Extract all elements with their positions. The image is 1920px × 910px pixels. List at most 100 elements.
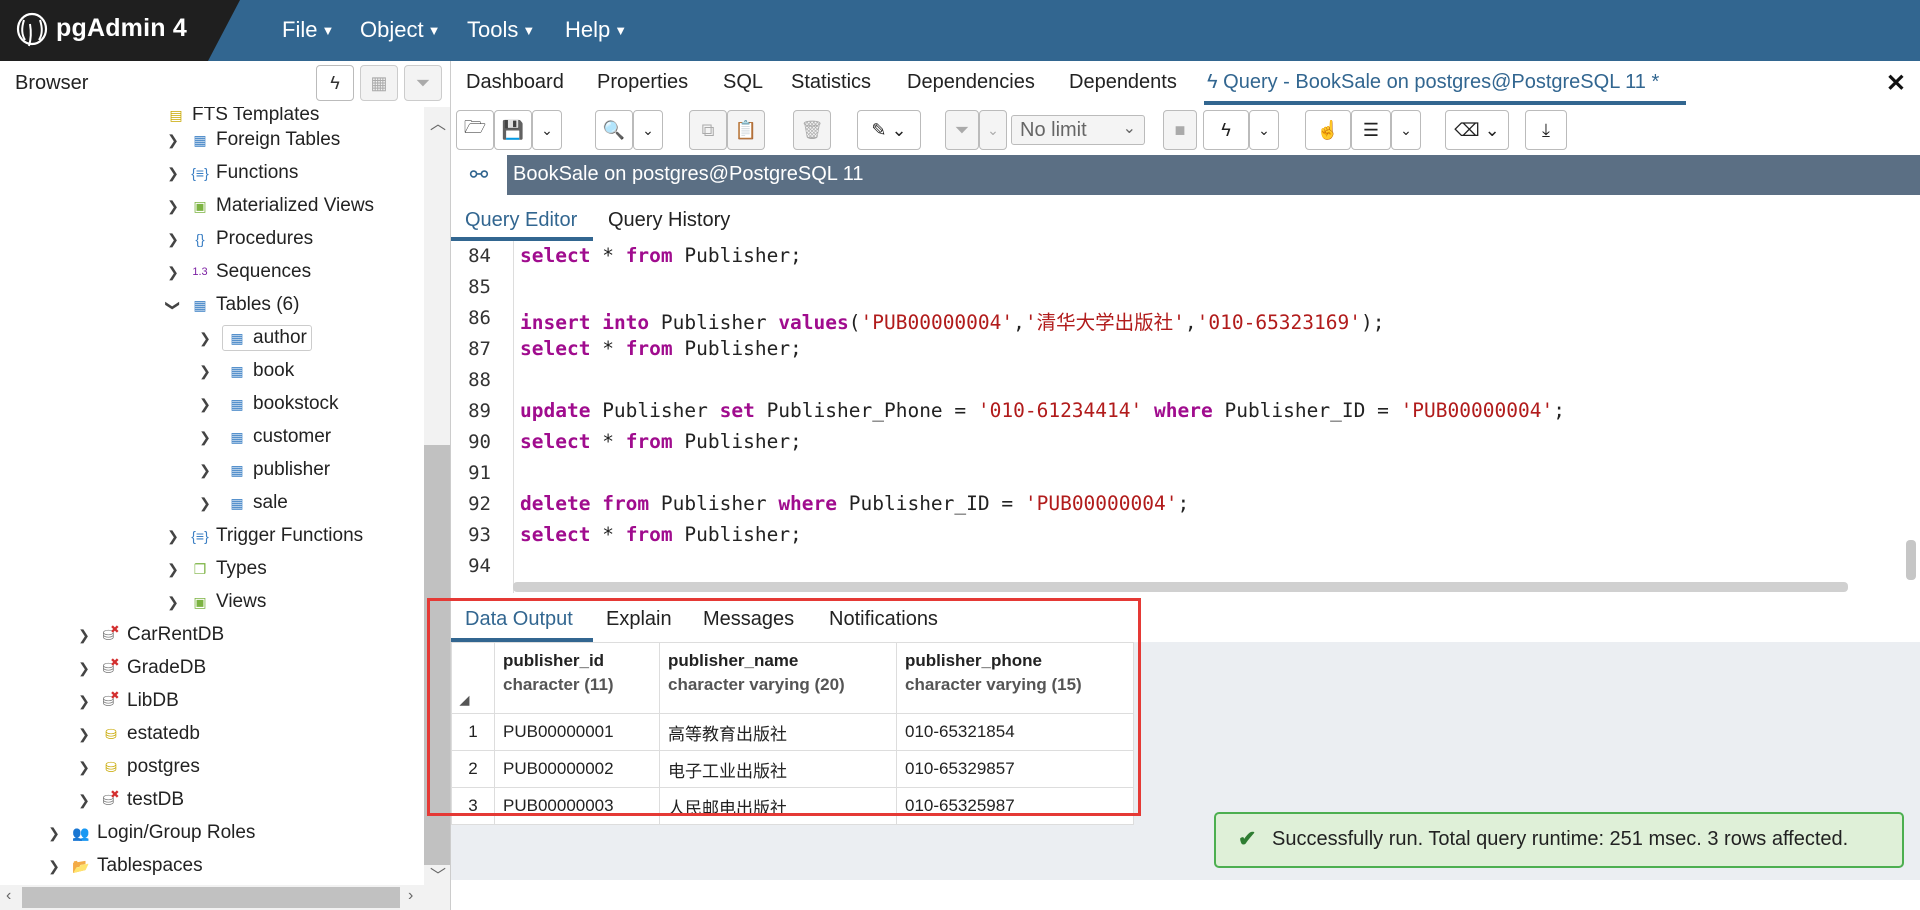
delete-button[interactable]: 🗑 (793, 110, 831, 150)
chevron-right-icon[interactable]: ❯ (166, 594, 180, 611)
tree-node-materialized-views[interactable]: ❯ ▣ Materialized Views (166, 190, 374, 222)
chevron-right-icon[interactable]: ❯ (198, 462, 212, 479)
chevron-right-icon[interactable]: ❯ (77, 759, 91, 776)
tab-dashboard[interactable]: Dashboard (466, 71, 564, 94)
tree-node-customer[interactable]: ❯ ▦ customer (198, 421, 331, 453)
close-icon[interactable]: ✕ (1886, 69, 1906, 98)
query-tool-button[interactable]: ϟ (316, 65, 354, 101)
tree-node-sale[interactable]: ❯ ▦ sale (198, 487, 288, 519)
menu-tools[interactable]: Tools ▼ (467, 17, 535, 43)
chevron-right-icon[interactable]: ❯ (198, 396, 212, 413)
tab-dependencies[interactable]: Dependencies (907, 71, 1035, 94)
scroll-right-icon[interactable]: › (408, 887, 413, 905)
function-icon: {≡} (191, 165, 209, 181)
tree-node-tables[interactable]: ❯ ▦ Tables (6) (165, 289, 300, 321)
chevron-right-icon[interactable]: ❯ (166, 561, 180, 578)
tab-statistics[interactable]: Statistics (791, 71, 871, 94)
chevron-right-icon[interactable]: ❯ (166, 165, 180, 182)
tree-node-publisher[interactable]: ❯ ▦ publisher (198, 454, 330, 486)
tree-node-carrentdb[interactable]: ❯ ⛁ ✖ CarRentDB (77, 619, 224, 651)
explain-button[interactable]: ☝ (1305, 110, 1351, 150)
menu-object[interactable]: Object ▼ (360, 17, 440, 43)
tree-node-trigger-functions[interactable]: ❯ {≡} Trigger Functions (166, 520, 363, 552)
tab-query[interactable]: ϟ Query - BookSale on postgres@PostgreSQ… (1207, 71, 1659, 94)
tree-node-functions[interactable]: ❯ {≡} Functions (166, 157, 298, 189)
explain-analyze-button[interactable]: ☰ (1351, 110, 1391, 150)
execute-options-button[interactable]: ⌄ (1249, 110, 1279, 150)
sql-editor[interactable]: 84 select * from Publisher; 85 86 insert… (451, 241, 1920, 593)
tree-node-testdb[interactable]: ❯ ⛁ ✖ testDB (77, 784, 184, 816)
chevron-right-icon[interactable]: ❯ (166, 132, 180, 149)
clear-button[interactable]: ⌫ ⌄ (1445, 110, 1509, 150)
tree-node-views[interactable]: ❯ ▣ Views (166, 586, 266, 618)
tree-node-libdb[interactable]: ❯ ⛁ ✖ LibDB (77, 685, 179, 717)
menu-help[interactable]: Help ▼ (565, 17, 627, 43)
download-button[interactable]: ⤓ (1525, 110, 1567, 150)
chevron-right-icon[interactable]: ❯ (166, 231, 180, 248)
view-data-button[interactable]: ▦ (360, 65, 398, 101)
tree-node-tablespaces[interactable]: ❯ 📂 Tablespaces (47, 850, 203, 882)
scroll-up-icon[interactable]: ︿ (430, 110, 446, 134)
explain-options-button[interactable]: ⌄ (1391, 110, 1421, 150)
chevron-right-icon[interactable]: ❯ (77, 693, 91, 710)
tree-node-gradedb[interactable]: ❯ ⛁ ✖ GradeDB (77, 652, 206, 684)
chevron-right-icon[interactable]: ❯ (77, 627, 91, 644)
chevron-right-icon[interactable]: ❯ (77, 726, 91, 743)
tree-node-bookstock[interactable]: ❯ ▦ bookstock (198, 388, 338, 420)
type-icon: ❐ (193, 560, 207, 577)
filter-button[interactable]: ⏷ (945, 110, 979, 150)
editor-horizontal-scrollbar[interactable] (513, 582, 1848, 592)
brand[interactable]: pgAdmin 4 (0, 0, 240, 61)
tree-node-postgres[interactable]: ❯ ⛁ postgres (77, 751, 200, 783)
save-options-button[interactable]: ⌄ (532, 110, 562, 150)
tree-node-procedures[interactable]: ❯{} Procedures (166, 223, 313, 255)
chevron-right-icon[interactable]: ❯ (47, 858, 61, 875)
tree-node-foreign-tables[interactable]: ❯ ▦ Foreign Tables (166, 124, 340, 156)
chevron-right-icon[interactable]: ❯ (47, 825, 61, 842)
eraser-icon: ⌫ ⌄ (1454, 119, 1500, 140)
chevron-right-icon[interactable]: ❯ (198, 363, 212, 380)
tab-sql[interactable]: SQL (723, 71, 763, 94)
execute-button[interactable]: ϟ (1203, 110, 1249, 150)
tab-query-editor[interactable]: Query Editor (465, 209, 577, 232)
tree-hscroll-thumb[interactable] (22, 887, 400, 908)
table-icon: ▦ (230, 461, 244, 478)
chevron-right-icon[interactable]: ❯ (166, 198, 180, 215)
tree-node-login-group-roles[interactable]: ❯ 👥 Login/Group Roles (47, 817, 255, 849)
find-button[interactable]: 🔍 (595, 110, 633, 150)
chevron-right-icon[interactable]: ❯ (198, 495, 212, 512)
chevron-right-icon[interactable]: ❯ (166, 264, 180, 281)
tree-node-author[interactable]: ❯ ▦ author (198, 322, 312, 354)
tree-node-types[interactable]: ❯ ❐ Types (166, 553, 267, 585)
success-toast[interactable]: ✔ Successfully run. Total query runtime:… (1214, 812, 1904, 868)
tree-node-sequences[interactable]: ❯ 1.3 Sequences (166, 256, 311, 288)
edit-button[interactable]: ✎ ⌄ (857, 110, 921, 150)
code-line: update Publisher set Publisher_Phone = '… (520, 399, 1565, 422)
save-button[interactable]: 💾 (494, 110, 532, 150)
chevron-right-icon[interactable]: ❯ (198, 330, 212, 347)
find-options-button[interactable]: ⌄ (633, 110, 663, 150)
copy-button[interactable]: ⧉ (689, 110, 727, 150)
editor-vertical-scrollbar[interactable] (1906, 540, 1916, 580)
chevron-right-icon[interactable]: ❯ (77, 792, 91, 809)
scroll-down-icon[interactable]: ﹀ (430, 862, 446, 886)
connection-status-icon[interactable]: ⚯ (451, 155, 507, 195)
chevron-right-icon[interactable]: ❯ (166, 528, 180, 545)
tab-properties[interactable]: Properties (597, 71, 688, 94)
tree-node-estatedb[interactable]: ❯ ⛁ estatedb (77, 718, 200, 750)
chevron-right-icon[interactable]: ❯ (198, 429, 212, 446)
paste-button[interactable]: 📋 (727, 110, 765, 150)
open-file-button[interactable]: 🗁 (456, 110, 494, 150)
scroll-left-icon[interactable]: ‹ (6, 887, 11, 905)
tab-dependents[interactable]: Dependents (1069, 71, 1177, 94)
menu-file[interactable]: File ▼ (282, 17, 334, 43)
chevron-right-icon[interactable]: ❯ (77, 660, 91, 677)
filter-options-button[interactable]: ⌄ (979, 110, 1007, 150)
row-limit-select[interactable]: No limit ⌄ (1011, 115, 1145, 145)
tab-query-history[interactable]: Query History (608, 209, 730, 232)
stop-button[interactable]: ■ (1163, 110, 1197, 150)
filter-button[interactable]: ⏷ (404, 65, 442, 101)
chevron-down-icon[interactable]: ❯ (165, 298, 182, 312)
connection-bar: ⚯ BookSale on postgres@PostgreSQL 11 (451, 155, 1920, 195)
tree-node-book[interactable]: ❯ ▦ book (198, 355, 294, 387)
